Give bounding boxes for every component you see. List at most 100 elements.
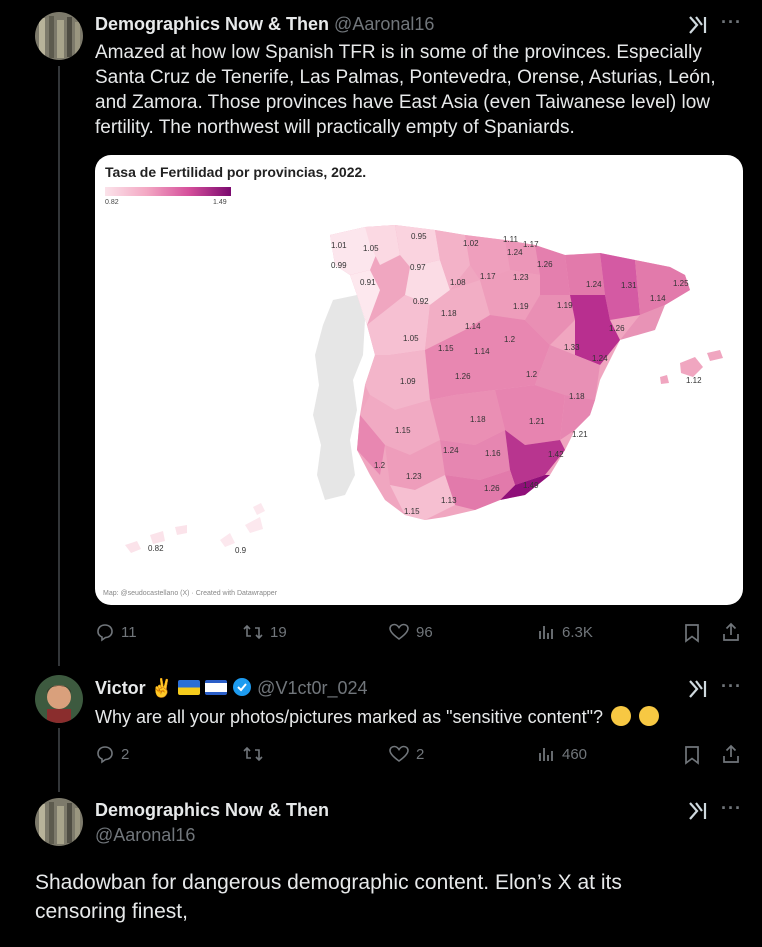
map-legend xyxy=(105,187,231,196)
value-label: 0.82 xyxy=(148,544,164,553)
author-name[interactable]: Demographics Now & Then xyxy=(95,800,329,820)
map-image[interactable]: 1.01 1.05 0.95 1.02 1.11 1.17 0.99 0.97 … xyxy=(95,155,743,605)
avatar[interactable] xyxy=(35,798,83,846)
value-label: 1.2 xyxy=(504,335,516,344)
like-count: 2 xyxy=(416,745,425,763)
repost-button[interactable]: 19 xyxy=(242,622,287,642)
tweet-text: Amazed at how low Spanish TFR is in some… xyxy=(95,42,716,138)
avatar[interactable] xyxy=(35,675,83,723)
value-label: 1.15 xyxy=(438,344,454,353)
bookmark-icon[interactable] xyxy=(683,623,701,643)
analytics-icon xyxy=(539,626,553,639)
value-label: 1.17 xyxy=(480,272,496,281)
reply-icon xyxy=(97,624,113,642)
reply-button[interactable]: 11 xyxy=(95,622,137,642)
value-label: 0.91 xyxy=(360,278,376,287)
thinking-emoji xyxy=(639,706,660,726)
grok-icon[interactable] xyxy=(687,678,709,700)
value-label: 1.16 xyxy=(485,449,501,458)
value-label: 1.21 xyxy=(572,430,588,439)
raised-eyebrow-emoji xyxy=(611,706,632,726)
views-button[interactable]: 460 xyxy=(536,744,587,764)
israel-flag xyxy=(205,680,228,695)
value-label: 1.18 xyxy=(569,392,585,401)
value-label: 1.42 xyxy=(548,450,564,459)
share-icon[interactable] xyxy=(721,622,741,642)
tweet-reply[interactable]: Victor ✌️ @V1ct0r_024 ··· Why are all yo… xyxy=(0,660,762,792)
verified-icon[interactable] xyxy=(232,677,252,697)
value-label: 1.01 xyxy=(331,241,347,250)
legend-max: 1.49 xyxy=(213,199,227,206)
map-title: Tasa de Fertilidad por provincias, 2022. xyxy=(105,164,367,180)
value-label: 1.2 xyxy=(374,461,386,470)
legend-min: 0.82 xyxy=(105,199,119,206)
repost-icon xyxy=(243,624,263,640)
tweet-text-row: Why are all your photos/pictures marked … xyxy=(95,705,735,730)
grok-icon[interactable] xyxy=(687,14,709,36)
repost-button[interactable] xyxy=(242,744,270,764)
value-label: 1.26 xyxy=(484,484,500,493)
value-label: 1.21 xyxy=(529,417,545,426)
value-label: 1.26 xyxy=(537,260,553,269)
value-label: 1.18 xyxy=(441,309,457,318)
value-label: 0.95 xyxy=(411,232,427,241)
value-label: 1.24 xyxy=(443,446,459,455)
author-handle[interactable]: @Aaronal16 xyxy=(334,14,434,34)
value-label: 1.26 xyxy=(455,372,471,381)
value-label: 1.15 xyxy=(404,507,420,516)
value-label: 1.18 xyxy=(470,415,486,424)
author-handle[interactable]: @V1ct0r_024 xyxy=(257,678,367,698)
more-icon[interactable]: ··· xyxy=(721,798,742,819)
author-name[interactable]: Demographics Now & Then xyxy=(95,14,329,34)
value-label: 1.24 xyxy=(586,280,602,289)
reply-count: 11 xyxy=(121,623,137,641)
like-count: 96 xyxy=(416,623,433,641)
value-label: 1.2 xyxy=(526,370,538,379)
value-label: 1.09 xyxy=(400,377,416,386)
share-icon[interactable] xyxy=(721,744,741,764)
tweet-header: Victor ✌️ @V1ct0r_024 xyxy=(95,676,368,700)
more-icon[interactable]: ··· xyxy=(721,12,742,33)
thread-line xyxy=(58,66,60,666)
author-name[interactable]: Victor ✌️ xyxy=(95,678,173,698)
reply-icon xyxy=(97,746,113,764)
bookmark-icon[interactable] xyxy=(683,745,701,765)
author-name-row: Demographics Now & Then xyxy=(95,798,329,822)
like-button[interactable]: 2 xyxy=(388,744,424,764)
value-label: 1.14 xyxy=(650,294,666,303)
grok-icon[interactable] xyxy=(687,800,709,822)
view-count: 460 xyxy=(562,745,588,763)
reply-button[interactable]: 2 xyxy=(95,744,129,764)
ukraine-flag xyxy=(178,680,201,695)
reply-count: 2 xyxy=(121,745,130,763)
tweet-actions: 2 2 460 xyxy=(95,744,745,768)
value-label: 1.14 xyxy=(465,322,481,331)
value-label: 1.05 xyxy=(403,334,419,343)
tweet-focused[interactable]: Demographics Now & Then @Aaronal16 ··· S… xyxy=(0,780,762,947)
value-label: 0.92 xyxy=(413,297,429,306)
value-label: 1.12 xyxy=(686,376,702,385)
tweet-main[interactable]: Demographics Now & Then @Aaronal16 ··· A… xyxy=(0,0,762,666)
avatar[interactable] xyxy=(35,12,83,60)
value-label: 1.13 xyxy=(441,496,457,505)
view-count: 6.3K xyxy=(562,623,593,641)
map-credit: Map: @seudocastellano (X) · Created with… xyxy=(103,590,278,597)
analytics-icon xyxy=(539,748,553,761)
more-icon[interactable]: ··· xyxy=(721,676,742,697)
spain-fertility-map: 1.01 1.05 0.95 1.02 1.11 1.17 0.99 0.97 … xyxy=(125,225,723,555)
value-label: 0.9 xyxy=(235,546,247,555)
views-button[interactable]: 6.3K xyxy=(536,622,593,642)
value-label: 1.19 xyxy=(557,301,573,310)
value-label: 1.31 xyxy=(621,281,637,290)
value-label: 1.24 xyxy=(592,354,608,363)
like-button[interactable]: 96 xyxy=(388,622,433,642)
value-label: 1.05 xyxy=(363,244,379,253)
author-handle[interactable]: @Aaronal16 xyxy=(95,825,195,845)
heart-icon xyxy=(389,623,409,640)
value-label: 1.26 xyxy=(609,324,625,333)
value-label: 1.02 xyxy=(463,239,479,248)
value-label: 0.97 xyxy=(410,263,426,272)
tweet-header: Demographics Now & Then @Aaronal16 xyxy=(95,12,434,36)
tweet-text: Shadowban for dangerous demographic cont… xyxy=(35,871,622,923)
value-label: 1.49 xyxy=(523,481,539,490)
